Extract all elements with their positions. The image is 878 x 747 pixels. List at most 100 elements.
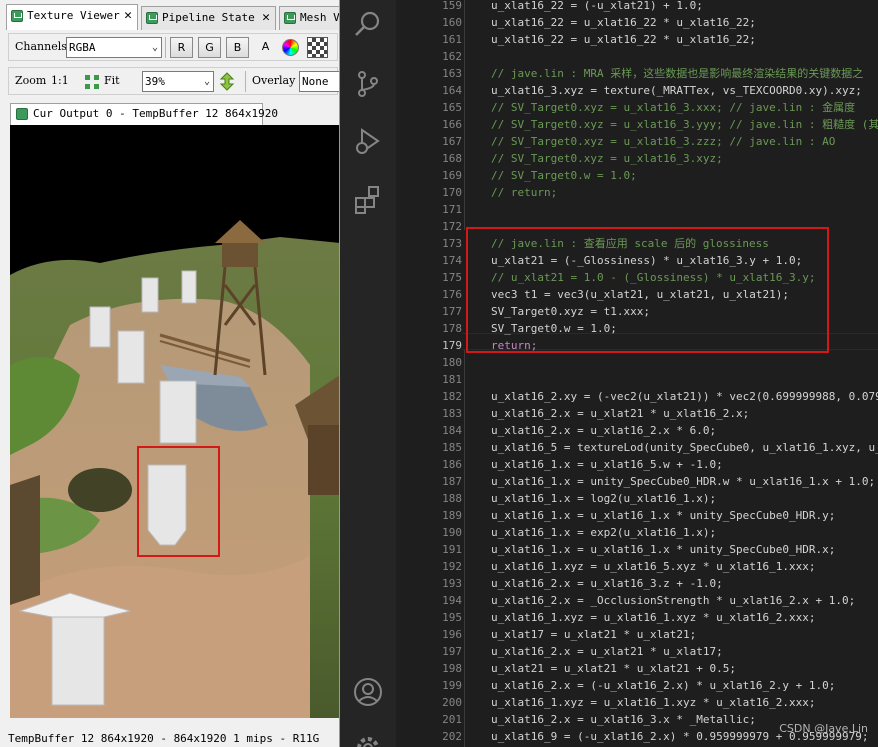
code-line[interactable]: u_xlat16_2.x = (-u_xlat16_2.x) * u_xlat1… [491, 677, 835, 694]
search-icon[interactable] [352, 8, 384, 40]
code-line[interactable]: u_xlat16_22 = u_xlat16_22 * u_xlat16_22; [491, 14, 756, 31]
highlight-box [466, 227, 829, 353]
line-number: 161 [442, 33, 462, 46]
line-number: 162 [442, 50, 462, 63]
line-number: 179 [442, 339, 462, 352]
channel-blue-button[interactable]: B [226, 37, 249, 58]
code-line[interactable]: u_xlat16_2.x = _OcclusionStrength * u_xl… [491, 592, 855, 609]
line-number: 182 [442, 390, 462, 403]
code-line[interactable]: u_xlat16_22 = (-u_xlat21) + 1.0; [491, 0, 703, 14]
line-number: 173 [442, 237, 462, 250]
code-line[interactable]: u_xlat16_1.x = log2(u_xlat16_1.x); [491, 490, 716, 507]
line-number: 177 [442, 305, 462, 318]
toolbar-divider [245, 71, 246, 92]
run-debug-icon[interactable] [352, 126, 384, 158]
line-number: 159 [442, 0, 462, 12]
channel-red-button[interactable]: R [170, 37, 193, 58]
code-line[interactable]: u_xlat16_3.xyz = texture(_MRATTex, vs_TE… [491, 82, 862, 99]
line-number: 167 [442, 135, 462, 148]
output-tab[interactable]: Cur Output 0 - TempBuffer 12 864x1920 [10, 103, 278, 125]
code-line[interactable]: u_xlat17 = u_xlat21 * u_xlat21; [491, 626, 696, 643]
mesh-viewer-icon [284, 12, 296, 24]
tab-texture-viewer[interactable]: Texture Viewer ✕ [6, 4, 138, 30]
line-number: 202 [442, 730, 462, 743]
line-number: 183 [442, 407, 462, 420]
channels-select[interactable]: RGBA ⌄ [66, 37, 162, 58]
line-number: 188 [442, 492, 462, 505]
code-line[interactable]: u_xlat16_2.x = u_xlat16_3.x * _Metallic; [491, 711, 756, 728]
zoom-one-to-one-button[interactable]: 1:1 [51, 74, 69, 87]
line-number: 165 [442, 101, 462, 114]
tab-close-icon[interactable]: ✕ [124, 5, 132, 27]
watermark: CSDN @Jave.Lin [779, 722, 868, 735]
code-editor[interactable]: 159 160 161 162 163 164 165 166 167 168 169 170 171 1… [396, 0, 878, 747]
extensions-icon[interactable] [352, 184, 384, 216]
highlight-box [137, 446, 220, 557]
fit-button-label[interactable]: Fit [104, 74, 120, 87]
output-texture-icon [16, 108, 28, 120]
code-line[interactable]: u_xlat16_2.x = u_xlat16_2.x * 6.0; [491, 422, 716, 439]
line-number: 185 [442, 441, 462, 454]
indent-guide [464, 350, 465, 747]
code-comment-line[interactable]: // SV_Target0.xyz = u_xlat16_3.zzz; // j… [491, 133, 835, 150]
zoom-label: Zoom [15, 74, 47, 87]
code-line[interactable]: u_xlat16_1.x = u_xlat16_1.x * unity_Spec… [491, 507, 835, 524]
code-line[interactable]: u_xlat16_2.x = u_xlat16_3.z + -1.0; [491, 575, 723, 592]
code-comment-line[interactable]: // SV_Target0.w = 1.0; [491, 167, 637, 184]
code-comment-line[interactable]: // SV_Target0.xyz = u_xlat16_3.xxx; // j… [491, 99, 855, 116]
code-line[interactable]: u_xlat16_1.xyz = u_xlat16_5.xyz * u_xlat… [491, 558, 816, 575]
code-line[interactable]: u_xlat16_22 = u_xlat16_22 * u_xlat16_22; [491, 31, 756, 48]
zoom-select-value: 39% [145, 75, 165, 88]
tab-mesh-viewer-label: Mesh V [300, 11, 340, 24]
tab-pipeline-state-label: Pipeline State [162, 11, 255, 24]
code-line[interactable]: u_xlat16_1.x = unity_SpecCube0_HDR.w * u… [491, 473, 875, 490]
fit-icon[interactable] [84, 74, 100, 90]
code-line[interactable]: u_xlat16_2.x = u_xlat21 * u_xlat17; [491, 643, 723, 660]
line-number: 180 [442, 356, 462, 369]
line-number: 186 [442, 458, 462, 471]
code-line[interactable]: u_xlat16_1.xyz = u_xlat16_1.xyz * u_xlat… [491, 609, 816, 626]
code-comment-line[interactable]: // SV_Target0.xyz = u_xlat16_3.yyy; // j… [491, 116, 878, 133]
code-line[interactable]: u_xlat16_1.xyz = u_xlat16_1.xyz * u_xlat… [491, 694, 816, 711]
line-number: 190 [442, 526, 462, 539]
zoom-toolbar: Zoom 1:1 Fit 39% ⌄ Overlay None [8, 67, 339, 95]
code-line[interactable]: u_xlat16_5 = textureLod(unity_SpecCube0,… [491, 439, 878, 456]
code-line[interactable]: u_xlat16_2.xy = (-vec2(u_xlat21)) * vec2… [491, 388, 878, 405]
line-number: 195 [442, 611, 462, 624]
line-number: 164 [442, 84, 462, 97]
code-line[interactable]: u_xlat16_1.x = u_xlat16_5.w + -1.0; [491, 456, 723, 473]
overlay-select[interactable]: None [299, 71, 339, 92]
source-control-icon[interactable] [352, 68, 384, 100]
channel-alpha-button[interactable]: A [254, 37, 277, 58]
line-number: 189 [442, 509, 462, 522]
code-line[interactable]: u_xlat16_1.x = u_xlat16_1.x * unity_Spec… [491, 541, 835, 558]
line-number: 184 [442, 424, 462, 437]
texture-preview[interactable] [10, 125, 339, 718]
code-comment-line[interactable]: // return; [491, 184, 557, 201]
tab-close-icon[interactable]: ✕ [262, 7, 270, 29]
line-number: 193 [442, 577, 462, 590]
color-wheel-icon[interactable] [282, 39, 299, 56]
line-number: 163 [442, 67, 462, 80]
line-number: 166 [442, 118, 462, 131]
channel-green-button[interactable]: G [198, 37, 221, 58]
flip-vertical-icon[interactable] [219, 72, 235, 91]
line-number: 176 [442, 288, 462, 301]
tab-texture-viewer-label: Texture Viewer [27, 9, 120, 22]
code-comment-line[interactable]: // SV_Target0.xyz = u_xlat16_3.xyz; [491, 150, 723, 167]
checkerboard-icon[interactable] [307, 37, 328, 58]
tab-pipeline-state[interactable]: Pipeline State ✕ [141, 6, 276, 30]
code-line[interactable]: u_xlat21 = u_xlat21 * u_xlat21 + 0.5; [491, 660, 736, 677]
line-number: 178 [442, 322, 462, 335]
line-number: 172 [442, 220, 462, 233]
account-icon[interactable] [352, 676, 384, 708]
zoom-select[interactable]: 39% ⌄ [142, 71, 214, 92]
chevron-down-icon: ⌄ [151, 42, 158, 53]
tab-mesh-viewer[interactable]: Mesh V [279, 6, 340, 30]
channels-label: Channels [15, 40, 67, 53]
channels-toolbar: Channels RGBA ⌄ R G B A [8, 33, 338, 61]
code-line[interactable]: u_xlat16_1.x = exp2(u_xlat16_1.x); [491, 524, 716, 541]
code-line[interactable]: u_xlat16_2.x = u_xlat21 * u_xlat16_2.x; [491, 405, 749, 422]
code-comment-line[interactable]: // jave.lin : MRA 采样，这些数据也是影响最终渲染结果的关键数据… [491, 65, 863, 82]
settings-gear-icon[interactable] [352, 732, 384, 747]
